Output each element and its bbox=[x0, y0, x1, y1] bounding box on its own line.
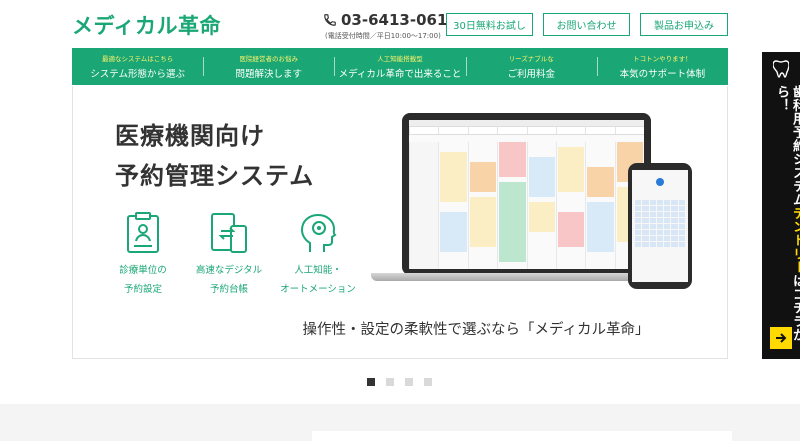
laptop-screen bbox=[402, 113, 651, 275]
slider-dot-1[interactable] bbox=[367, 378, 375, 386]
feature-label-line2: オートメーション bbox=[280, 284, 356, 295]
site-logo[interactable]: メディカル革命 bbox=[72, 10, 221, 40]
ai-head-icon bbox=[300, 213, 337, 252]
nav-sub-label: 人工知能搭載型 bbox=[377, 55, 423, 63]
feature-label-line2: 予約設定 bbox=[123, 284, 162, 295]
hero-title-line2: 予約管理システム bbox=[115, 162, 315, 190]
feature-label-line1: 診療単位の bbox=[119, 265, 167, 276]
hero-slide[interactable]: 医療機関向け 予約管理システム 診療単位の 予約設定 高速なデジタル 予約台帳 … bbox=[72, 86, 728, 359]
nav-sub-label: 最適なシステムはこちら bbox=[101, 55, 174, 63]
nav-sub-label: トコトンやります！ bbox=[633, 55, 692, 63]
free-trial-button[interactable]: 30日無料お試し bbox=[446, 13, 533, 36]
next-section-card bbox=[312, 431, 732, 441]
apply-button[interactable]: 製品お申込み bbox=[640, 13, 728, 36]
nav-item-pricing[interactable]: リーズナブルな ご利用料金 bbox=[465, 48, 597, 85]
nav-sub-label: 医院経営者のお悩み bbox=[239, 55, 299, 63]
feature-label-line1: 高速なデジタル bbox=[195, 265, 263, 276]
nav-main-label: メディカル革命で出来ること bbox=[338, 69, 462, 80]
feature-label: 人工知能・ オートメーション bbox=[278, 261, 358, 299]
phone-icon bbox=[324, 14, 336, 26]
banner-text-highlight: デントリー bbox=[790, 206, 800, 275]
page: メディカル革命 03-6413-0612 (電話受付時間／平日10:00〜17:… bbox=[0, 0, 800, 441]
phone-contact: 03-6413-0612 (電話受付時間／平日10:00〜17:00) bbox=[323, 11, 458, 41]
nav-main-label: 問題解決します bbox=[235, 69, 303, 80]
feature-label: 高速なデジタル 予約台帳 bbox=[189, 261, 269, 299]
feature-label-line1: 人工知能・ bbox=[294, 265, 342, 276]
clipboard-icon bbox=[127, 212, 159, 253]
nav-sub-label: リーズナブルな bbox=[508, 55, 554, 63]
calendar-screenshot bbox=[409, 120, 644, 269]
nav-main-label: 本気のサポート体制 bbox=[619, 69, 706, 80]
feature-digital-ledger: 高速なデジタル 予約台帳 bbox=[189, 211, 269, 299]
feature-slot-setting: 診療単位の 予約設定 bbox=[103, 211, 183, 299]
nav-item-features[interactable]: 人工知能搭載型 メディカル革命で出来ること bbox=[334, 48, 465, 85]
laptop-mockup bbox=[371, 113, 654, 281]
nav-main-label: システム形態から選ぶ bbox=[90, 69, 185, 80]
nav-item-system-type[interactable]: 最適なシステムはこちら システム形態から選ぶ bbox=[72, 48, 203, 85]
slider-pagination bbox=[367, 378, 443, 386]
tooth-icon bbox=[773, 60, 789, 78]
tablet-sync-icon bbox=[211, 213, 247, 253]
main-nav: 最適なシステムはこちら システム形態から選ぶ 医院経営者のお悩み 問題解決します… bbox=[72, 48, 728, 85]
laptop-base bbox=[371, 273, 654, 281]
hero-catchphrase: 操作性・設定の柔軟性で選ぶなら「メディカル革命」 bbox=[73, 318, 727, 339]
slider-dot-4[interactable] bbox=[424, 378, 432, 386]
nav-main-label: ご利用料金 bbox=[507, 69, 555, 80]
phone-screen bbox=[632, 170, 688, 282]
nav-item-problem-solving[interactable]: 医院経営者のお悩み 問題解決します bbox=[203, 48, 334, 85]
contact-button[interactable]: お問い合わせ bbox=[543, 13, 630, 36]
arrow-right-icon[interactable] bbox=[770, 327, 792, 349]
phone-mockup bbox=[628, 163, 692, 289]
feature-label-line2: 予約台帳 bbox=[209, 284, 248, 295]
slider-dot-2[interactable] bbox=[386, 378, 394, 386]
phone-number[interactable]: 03-6413-0612 bbox=[341, 11, 458, 29]
dentry-side-banner[interactable]: 歯科用予約システムデントリーはコチラから！ bbox=[762, 52, 800, 359]
nav-item-support[interactable]: トコトンやります！ 本気のサポート体制 bbox=[596, 48, 728, 85]
phone-hours: (電話受付時間／平日10:00〜17:00) bbox=[325, 32, 441, 40]
slider-dot-3[interactable] bbox=[405, 378, 413, 386]
catchphrase-text: 操作性・設定の柔軟性で選ぶなら「メディカル革命」 bbox=[302, 322, 650, 338]
feature-ai-automation: 人工知能・ オートメーション bbox=[278, 211, 358, 299]
banner-text-part1: 歯科用予約システム bbox=[790, 85, 800, 207]
hero-title-line1: 医療機関向け bbox=[115, 122, 265, 150]
feature-label: 診療単位の 予約設定 bbox=[103, 261, 183, 299]
dentry-banner-text: 歯科用予約システムデントリーはコチラから！ bbox=[773, 85, 800, 359]
